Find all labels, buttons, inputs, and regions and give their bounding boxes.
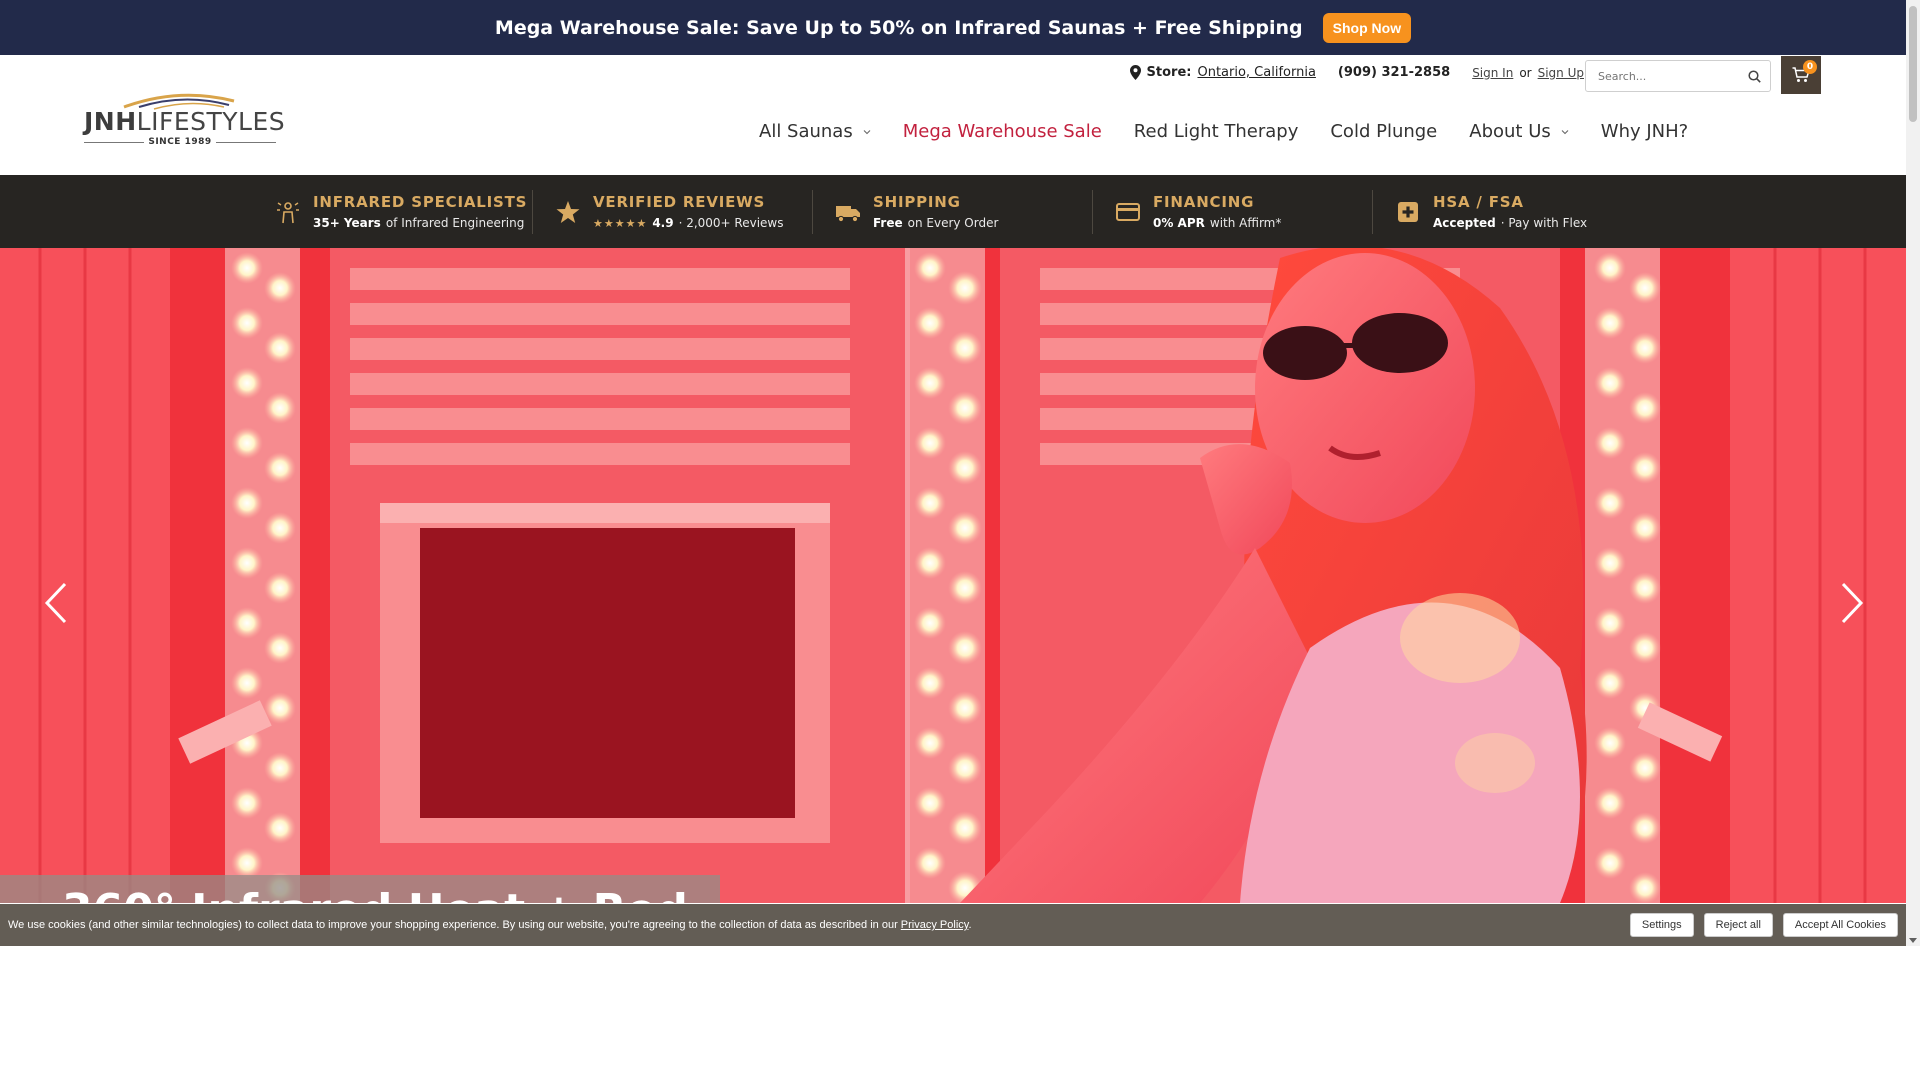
feature-hsa-fsa: HSA / FSA Accepted · Pay with Flex [1373, 190, 1653, 234]
scrollbar-thumb[interactable] [1909, 6, 1917, 122]
logo-divider [216, 142, 276, 143]
feature-financing: FINANCING 0% APR with Affirm* [1093, 189, 1373, 234]
nav-label: Why JNH? [1600, 121, 1689, 142]
nav-red-light-therapy[interactable]: Red Light Therapy [1134, 121, 1299, 142]
main-nav: All Saunas Mega Warehouse Sale Red Light… [759, 121, 1688, 142]
nav-label: All Saunas [759, 121, 853, 142]
person-icon [277, 201, 299, 223]
cookie-text: We use cookies (and other similar techno… [8, 919, 972, 931]
chevron-right-icon [1841, 582, 1864, 624]
feature-subtitle: 0% APR with Affirm* [1153, 216, 1282, 230]
medical-plus-icon [1398, 201, 1418, 222]
cookie-buttons: Settings Reject all Accept All Cookies [1629, 913, 1898, 937]
store-label: Store: [1146, 65, 1192, 80]
scroll-down-arrow-icon[interactable] [1909, 938, 1917, 943]
hero-slider: 360° Infrared Heat + Red [0, 248, 1906, 903]
phone-number[interactable]: (909) 321-2858 [1338, 65, 1450, 80]
chevron-down-icon [1561, 129, 1569, 134]
cart-button[interactable]: 0 [1781, 56, 1821, 94]
truck-icon [836, 205, 860, 222]
utility-bar: Store: Ontario, California (909) 321-285… [1129, 65, 1584, 80]
logo[interactable]: JNHLIFESTYLES SINCE 1989 [84, 85, 285, 147]
rating-stars: ★★★★★ [593, 216, 648, 230]
search-input[interactable] [1598, 69, 1748, 83]
search-icon[interactable] [1748, 69, 1761, 83]
feature-title: INFRARED SPECIALISTS [313, 193, 528, 211]
nav-label: Red Light Therapy [1133, 121, 1299, 142]
nav-label: Cold Plunge [1330, 121, 1438, 142]
site-header: JNHLIFESTYLES SINCE 1989 Store: Ontario,… [0, 55, 1906, 175]
auth-links: Sign In or Sign Up [1472, 66, 1584, 80]
chevron-down-icon [863, 129, 871, 134]
slider-next-button[interactable] [1832, 578, 1872, 628]
page-scrollbar[interactable] [1906, 0, 1920, 946]
auth-or: or [1519, 65, 1532, 80]
feature-subtitle: Free on Every Order [873, 216, 999, 230]
star-icon [556, 200, 580, 223]
feature-title: VERIFIED REVIEWS [593, 193, 766, 211]
slider-prev-button[interactable] [36, 578, 76, 628]
logo-brand: JNHLIFESTYLES [84, 107, 286, 136]
store-location-link[interactable]: Ontario, California [1197, 65, 1315, 80]
cookie-reject-all-button[interactable]: Reject all [1703, 913, 1773, 937]
hero-image [0, 248, 1906, 903]
feature-title: HSA / FSA [1433, 193, 1524, 211]
nav-why-jnh[interactable]: Why JNH? [1601, 121, 1688, 142]
shop-now-button[interactable]: Shop Now [1322, 12, 1412, 43]
cookie-banner: We use cookies (and other similar techno… [0, 904, 1906, 946]
nav-cold-plunge[interactable]: Cold Plunge [1330, 121, 1437, 142]
feature-verified-reviews[interactable]: VERIFIED REVIEWS ★★★★★ 4.9 · 2,000+ Review… [533, 189, 813, 234]
feature-subtitle: 35+ Years of Infrared Engineering [313, 216, 525, 230]
sign-in-link[interactable]: Sign In [1472, 66, 1513, 80]
cart-count-badge: 0 [1803, 60, 1817, 74]
privacy-policy-link[interactable]: Privacy Policy [901, 919, 969, 931]
cookie-settings-button[interactable]: Settings [1629, 913, 1694, 937]
credit-card-icon [1116, 202, 1140, 221]
nav-label: About Us [1469, 121, 1551, 142]
nav-label: Mega Warehouse Sale [902, 121, 1102, 142]
feature-title: FINANCING [1153, 193, 1255, 211]
hero-caption-text: 360° Infrared Heat + Red [62, 885, 688, 903]
store-info: Store: Ontario, California [1129, 65, 1316, 80]
nav-mega-warehouse-sale[interactable]: Mega Warehouse Sale [903, 121, 1102, 142]
nav-about-us[interactable]: About Us [1469, 121, 1569, 142]
chevron-left-icon [44, 582, 67, 624]
feature-title: SHIPPING [873, 193, 961, 211]
feature-subtitle: Accepted · Pay with Flex [1433, 216, 1588, 230]
feature-shipping: SHIPPING Free on Every Order [813, 189, 1093, 234]
cookie-accept-all-button[interactable]: Accept All Cookies [1782, 913, 1898, 937]
promo-bar: Mega Warehouse Sale: Save Up to 50% on I… [0, 0, 1906, 55]
sign-up-link[interactable]: Sign Up [1538, 66, 1584, 80]
hero-caption: 360° Infrared Heat + Red [0, 875, 720, 903]
nav-all-saunas[interactable]: All Saunas [759, 121, 871, 142]
search-box[interactable] [1585, 60, 1771, 92]
map-pin-icon [1129, 65, 1141, 80]
features-bar: INFRARED SPECIALISTS 35+ Years of Infrare… [0, 175, 1906, 248]
promo-text: Mega Warehouse Sale: Save Up to 50% on I… [494, 16, 1303, 39]
feature-subtitle: ★★★★★ 4.9 · 2,000+ Reviews [593, 216, 784, 230]
feature-infrared-specialists: INFRARED SPECIALISTS 35+ Years of Infrare… [253, 189, 533, 234]
